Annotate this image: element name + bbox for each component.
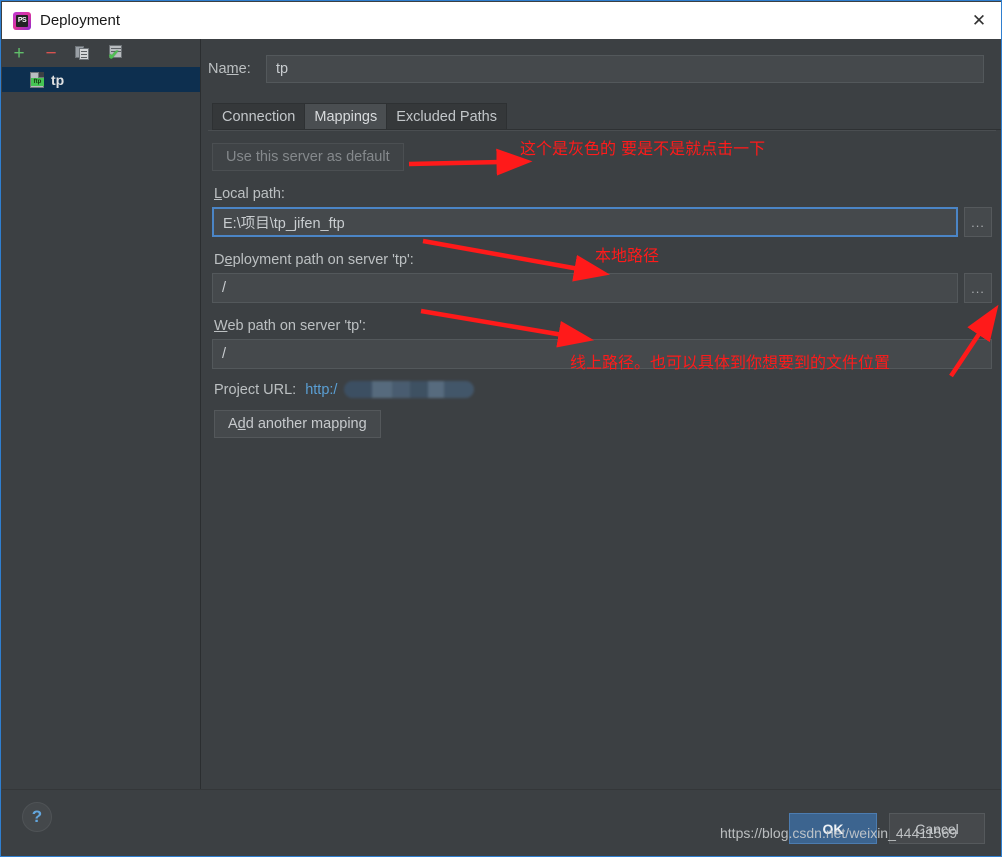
copy-server-button[interactable]	[72, 42, 94, 64]
phpstorm-icon: PS	[13, 11, 31, 30]
use-as-default-toolbar-button[interactable]: ✔	[104, 42, 126, 64]
title-bar: PS Deployment ✕	[2, 2, 1001, 39]
project-url-redacted-area	[344, 381, 475, 398]
close-icon[interactable]: ✕	[956, 2, 1001, 39]
tab-mappings[interactable]: Mappings	[304, 103, 388, 130]
tab-connection[interactable]: Connection	[212, 103, 306, 130]
mappings-pane: Use this server as default Local path: E…	[208, 130, 996, 438]
local-path-row: E:\项目\tp_jifen_ftp ...	[212, 207, 992, 237]
deployment-path-row: / ...	[212, 273, 992, 303]
deployment-path-browse-button[interactable]: ...	[964, 273, 992, 303]
phpstorm-icon-label: PS	[16, 14, 28, 27]
server-list-panel: + − ✔ ftp tp	[2, 39, 201, 791]
server-settings-panel: Name: tp Connection Mappings Excluded Pa…	[202, 39, 1001, 791]
sidebar-item-tp[interactable]: ftp tp	[2, 67, 200, 92]
web-path-input[interactable]: /	[212, 339, 992, 369]
web-path-row: /	[212, 339, 992, 369]
settings-tabs: Connection Mappings Excluded Paths	[212, 103, 1001, 130]
tab-excluded-paths[interactable]: Excluded Paths	[386, 103, 507, 130]
name-row: Name: tp	[202, 39, 1001, 83]
sidebar-item-label: tp	[51, 71, 65, 88]
web-path-label: Web path on server 'tp':	[214, 318, 366, 334]
local-path-browse-button[interactable]: ...	[964, 207, 992, 237]
deployment-dialog: PS Deployment ✕ + − ✔ ftp tp Name: tp Co…	[0, 0, 1002, 857]
use-this-server-as-default-button[interactable]: Use this server as default	[212, 143, 404, 171]
local-path-label: Local path:	[214, 186, 285, 202]
plus-icon: +	[13, 42, 25, 64]
local-path-input[interactable]: E:\项目\tp_jifen_ftp	[212, 207, 958, 237]
ok-button[interactable]: OK	[789, 813, 877, 844]
name-field-label: Name:	[208, 61, 251, 77]
window-title: Deployment	[40, 12, 121, 29]
cancel-button[interactable]: Cancel	[889, 813, 985, 844]
ftp-badge-label: ftp	[31, 77, 44, 86]
name-input[interactable]: tp	[266, 55, 984, 83]
help-icon[interactable]: ?	[22, 802, 52, 832]
deployment-path-label: Deployment path on server 'tp':	[214, 252, 414, 268]
add-another-mapping-button[interactable]: Add another mapping	[214, 410, 381, 438]
add-mapping-row: Add another mapping	[214, 410, 992, 438]
project-url-value[interactable]: http:/	[305, 382, 337, 398]
project-url-row: Project URL: http:/	[214, 381, 992, 398]
minus-icon: −	[45, 42, 57, 64]
remove-server-button[interactable]: −	[40, 42, 62, 64]
deployment-path-input[interactable]: /	[212, 273, 958, 303]
ftp-file-icon: ftp	[30, 71, 44, 88]
copy-icon	[75, 45, 91, 61]
server-list-toolbar: + − ✔	[2, 39, 200, 67]
project-url-label: Project URL:	[214, 381, 297, 398]
server-check-icon: ✔	[107, 45, 122, 64]
add-server-button[interactable]: +	[8, 42, 30, 64]
